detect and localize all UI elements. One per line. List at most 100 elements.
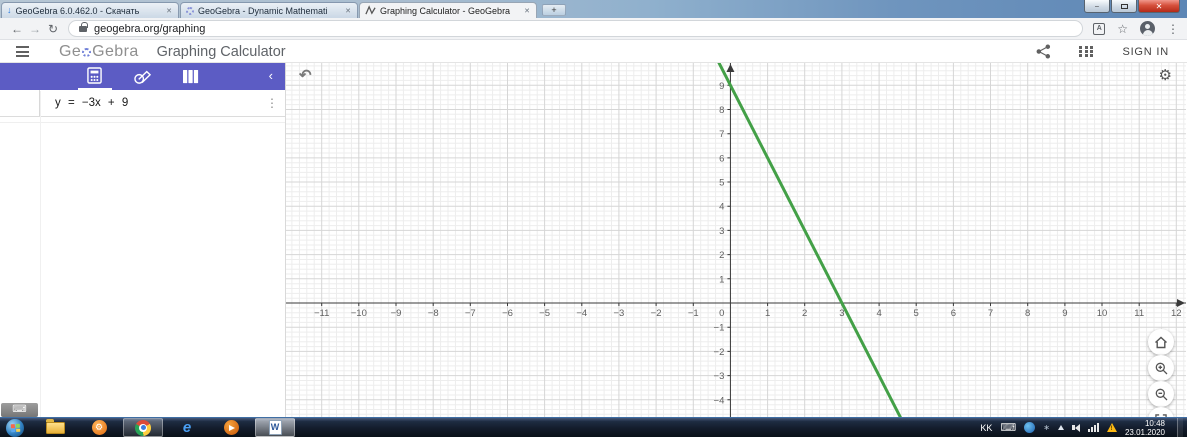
folder-icon: [45, 418, 65, 434]
svg-text:4: 4: [719, 202, 724, 213]
network-icon[interactable]: [1087, 423, 1099, 432]
svg-text:−4: −4: [714, 395, 725, 406]
hamburger-menu-icon[interactable]: [16, 46, 29, 57]
browser-menu-icon[interactable]: ⋮: [1167, 22, 1179, 36]
close-button[interactable]: ✕: [1138, 0, 1180, 13]
svg-text:1: 1: [719, 274, 724, 285]
zoom-in-button[interactable]: [1148, 355, 1174, 381]
minimize-button[interactable]: –: [1084, 0, 1110, 13]
svg-text:0: 0: [719, 308, 724, 319]
tab-geogebra-home[interactable]: GeoGebra - Dynamic Mathemati ✕: [180, 2, 358, 18]
tab-tools[interactable]: [126, 63, 160, 90]
header-right: SIGN IN: [1036, 44, 1169, 59]
warning-icon[interactable]: [1106, 423, 1117, 432]
tray-blue-app-icon[interactable]: [1024, 422, 1036, 433]
windows-taskbar: ⚙ e W KK ⌨ ∗ 10:48 23.01.2020: [0, 417, 1187, 437]
svg-text:−4: −4: [576, 308, 587, 319]
undo-icon[interactable]: ↶: [299, 66, 312, 84]
show-desktop-button[interactable]: [1177, 417, 1183, 437]
svg-text:7: 7: [719, 129, 724, 140]
svg-text:−1: −1: [688, 308, 699, 319]
forward-icon[interactable]: →: [26, 22, 44, 36]
row-menu-icon[interactable]: ⋮: [259, 96, 285, 110]
svg-text:−3: −3: [613, 308, 624, 319]
tab-close-icon[interactable]: ✕: [344, 7, 352, 15]
graph-settings-gear-icon[interactable]: ⚙: [1159, 66, 1172, 84]
date: 23.01.2020: [1124, 427, 1165, 437]
bookmark-star-icon[interactable]: ☆: [1117, 22, 1128, 36]
svg-text:−5: −5: [539, 308, 550, 319]
browser-toolbar: ← → ↻ geogebra.org/graphing A ☆ ⋮: [0, 18, 1187, 40]
geogebra-app: ‹ y = −3x + 9 ⋮ −11 −10 −9 −8 −7 −6 −5 −4 −3 −2 −1…: [0, 63, 1187, 417]
media-player-icon: [223, 420, 239, 435]
download-icon: ↓: [7, 5, 12, 15]
address-bar[interactable]: geogebra.org/graphing: [68, 20, 1084, 37]
taskbar-chrome[interactable]: [123, 418, 163, 437]
svg-text:−6: −6: [502, 308, 513, 319]
zoom-out-button[interactable]: [1148, 381, 1174, 407]
taskbar-orange-app[interactable]: ⚙: [79, 418, 119, 437]
next-row-hint[interactable]: [0, 117, 285, 123]
tab-close-icon[interactable]: ✕: [523, 7, 531, 15]
taskbar-explorer[interactable]: [35, 418, 75, 437]
sign-in-button[interactable]: SIGN IN: [1122, 46, 1169, 58]
home-icon: [1155, 336, 1167, 348]
desktop: ↓ GeoGebra 6.0.462.0 - Скачать ✕ GeoGebr…: [0, 0, 1187, 437]
svg-text:6: 6: [719, 153, 724, 164]
zoom-out-icon: [1155, 388, 1167, 400]
system-tray: KK ⌨ ∗ 10:48 23.01.2020: [980, 417, 1187, 437]
tab-geogebra-download[interactable]: ↓ GeoGebra 6.0.462.0 - Скачать ✕: [1, 2, 179, 18]
svg-text:5: 5: [914, 308, 919, 319]
maximize-button[interactable]: [1111, 0, 1137, 13]
windows-flag-icon: [10, 423, 20, 432]
apps-grid-icon[interactable]: [1079, 46, 1094, 57]
row-gutter: [0, 90, 40, 116]
graph-view[interactable]: −11 −10 −9 −8 −7 −6 −5 −4 −3 −2 −1 1 2 3 4 5 6 7 8 9 10 11 12 9…: [286, 63, 1187, 417]
svg-text:−7: −7: [465, 308, 476, 319]
tray-keyboard-icon[interactable]: ⌨: [1000, 422, 1016, 433]
volume-icon[interactable]: [1071, 423, 1080, 432]
svg-text:8: 8: [719, 105, 724, 116]
svg-text:5: 5: [719, 178, 724, 189]
collapse-panel-icon[interactable]: ‹: [269, 68, 273, 83]
tab-title: GeoGebra - Dynamic Mathemati: [198, 5, 328, 16]
app-title: Graphing Calculator: [156, 43, 286, 60]
language-indicator[interactable]: KK: [980, 423, 992, 433]
url-text[interactable]: geogebra.org/graphing: [94, 23, 205, 35]
lock-icon[interactable]: [79, 21, 88, 32]
geogebra-logo[interactable]: Ge Gebra: [59, 43, 139, 61]
tab-close-icon[interactable]: ✕: [165, 7, 173, 15]
back-icon[interactable]: ←: [8, 22, 26, 36]
svg-text:12: 12: [1171, 308, 1182, 319]
window-controls: – ✕: [1083, 0, 1180, 13]
taskbar-word[interactable]: W: [255, 418, 295, 437]
clock[interactable]: 10:48 23.01.2020: [1125, 419, 1165, 437]
share-icon[interactable]: [1036, 44, 1051, 59]
orange-gear-app-icon: ⚙: [91, 420, 107, 435]
virtual-keyboard-toggle[interactable]: ⌨: [1, 403, 38, 417]
taskbar-media-player[interactable]: [211, 418, 251, 437]
svg-text:1: 1: [765, 308, 770, 319]
graph-canvas[interactable]: −11 −10 −9 −8 −7 −6 −5 −4 −3 −2 −1 1 2 3 4 5 6 7 8 9 10 11 129…: [286, 63, 1186, 417]
reload-icon[interactable]: ↻: [44, 22, 62, 36]
tray-misc-icon[interactable]: ∗: [1043, 423, 1050, 432]
svg-text:−2: −2: [651, 308, 662, 319]
algebra-input-row[interactable]: y = −3x + 9 ⋮: [0, 90, 285, 117]
home-button[interactable]: [1148, 329, 1174, 355]
translate-icon[interactable]: A: [1093, 22, 1106, 35]
tab-algebra-input[interactable]: [77, 63, 112, 90]
equation-text[interactable]: y = −3x + 9: [40, 97, 259, 109]
svg-text:8: 8: [1025, 308, 1030, 319]
profile-avatar-icon[interactable]: [1140, 21, 1155, 36]
tab-graphing-calculator[interactable]: Graphing Calculator - GeoGebra ✕: [359, 2, 537, 18]
svg-text:−3: −3: [714, 371, 725, 382]
taskbar-internet-explorer[interactable]: e: [167, 418, 207, 437]
svg-text:2: 2: [719, 250, 724, 261]
tray-expand-icon[interactable]: [1057, 425, 1064, 430]
new-tab-button[interactable]: +: [542, 4, 566, 16]
start-button[interactable]: [6, 418, 24, 437]
tab-table[interactable]: [174, 63, 208, 90]
svg-text:−1: −1: [714, 323, 725, 334]
tab-title: Graphing Calculator - GeoGebra: [380, 5, 511, 16]
geogebra-header: Ge Gebra Graphing Calculator SIGN IN: [0, 41, 1187, 63]
